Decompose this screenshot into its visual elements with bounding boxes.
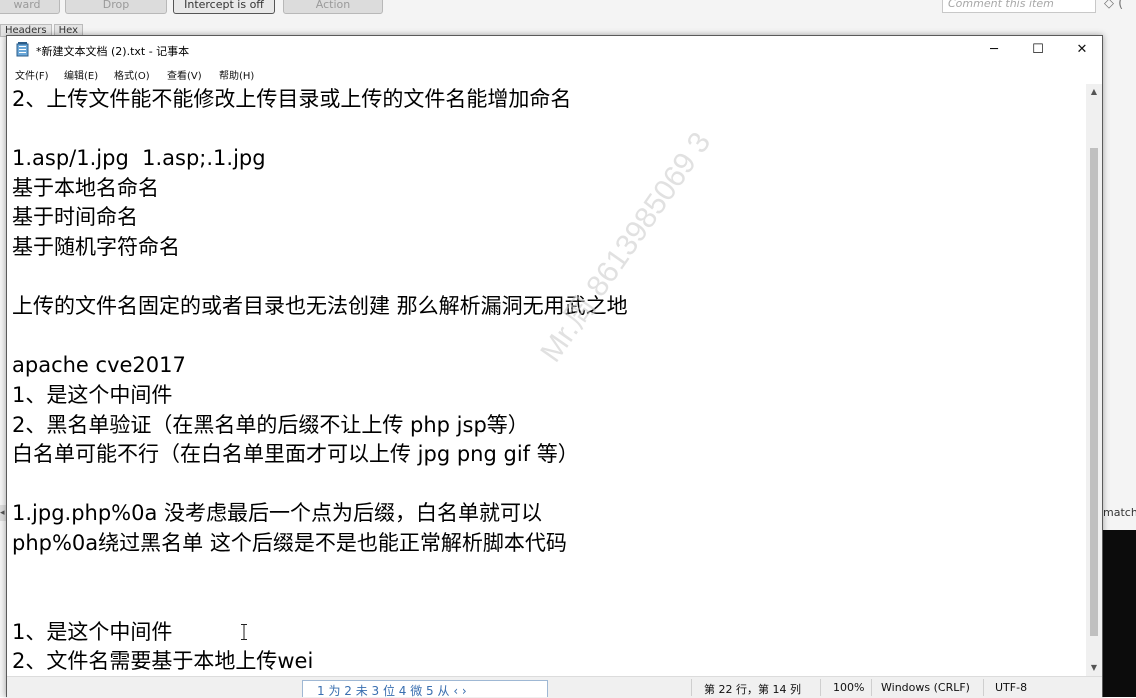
window-title: *新建文本文档 (2).txt - 记事本 xyxy=(36,45,190,58)
editor-line: 上传的文件名固定的或者目录也无法创建 那么解析漏洞无用武之地 xyxy=(12,294,628,319)
editor-line: 1.jpg.php%0a 没考虑最后一个点为后缀，白名单就可以 xyxy=(12,501,543,526)
status-line-ending: Windows (CRLF) xyxy=(881,681,970,694)
editor-line: 2、黑名单验证（在黑名单的后缀不让上传 php jsp等） xyxy=(12,412,529,437)
status-position: 第 22 行，第 14 列 xyxy=(704,683,801,696)
scroll-thumb[interactable] xyxy=(1090,148,1098,636)
editor-line: 白名单可能不行（在白名单里面才可以上传 jpg png gif 等） xyxy=(12,442,579,467)
editor-line: 基于时间命名 xyxy=(12,205,138,230)
editor-line: php%0a绕过黑名单 这个后缀是不是也能正常解析脚本代码 xyxy=(12,531,567,555)
menu-edit[interactable]: 编辑(E) xyxy=(64,67,98,82)
menu-file[interactable]: 文件(F) xyxy=(15,67,49,82)
maximize-button[interactable]: ☐ xyxy=(1016,36,1060,64)
status-divider xyxy=(691,679,692,696)
editor-line: 1、是这个中间件 xyxy=(12,383,173,407)
action-button[interactable]: Action xyxy=(283,0,383,14)
status-bar: 第 22 行，第 14 列 100% Windows (CRLF) UTF-8 xyxy=(7,676,1102,698)
scroll-down-icon[interactable]: ▼ xyxy=(1086,660,1102,676)
status-encoding: UTF-8 xyxy=(995,681,1028,694)
editor-line: 1、是这个中间件 xyxy=(12,619,173,644)
match-label: match xyxy=(1103,500,1136,530)
scroll-up-icon[interactable]: ▲ xyxy=(1086,84,1102,100)
menu-help[interactable]: 帮助(H) xyxy=(219,67,254,82)
editor-line: apache cve2017 xyxy=(12,353,186,378)
drop-button[interactable]: Drop xyxy=(65,0,167,14)
comment-input[interactable]: Comment this item xyxy=(942,0,1096,13)
status-divider xyxy=(871,679,872,696)
watermark: Mr.周 8613985069 3 xyxy=(534,126,718,369)
editor-line: 基于随机字符命名 xyxy=(12,235,180,259)
intercept-toggle-button[interactable]: Intercept is off xyxy=(173,0,275,14)
status-divider xyxy=(820,679,821,696)
status-divider xyxy=(983,679,984,696)
ime-candidate-bar[interactable]: 1 为 2 未 3 位 4 微 5 从 ‹ › xyxy=(302,680,548,697)
title-bar[interactable]: *新建文本文档 (2).txt - 记事本 ─ ☐ ✕ xyxy=(7,36,1102,64)
editor-line: 1.asp/1.jpg 1.asp;.1.jpg xyxy=(12,146,266,171)
text-editor[interactable]: 2、上传文件能不能修改上传目录或上传的文件名能增加命名 1.asp/1.jpg … xyxy=(7,84,1086,676)
close-button[interactable]: ✕ xyxy=(1060,36,1104,64)
minimize-button[interactable]: ─ xyxy=(972,36,1016,64)
settings-icon[interactable]: ◇ ( xyxy=(1104,0,1136,12)
notepad-window: *新建文本文档 (2).txt - 记事本 ─ ☐ ✕ 文件(F) 编辑(E) … xyxy=(6,35,1103,698)
forward-button[interactable]: ward xyxy=(0,0,60,14)
text-cursor-icon xyxy=(241,624,247,640)
editor-line: 基于本地名命名 xyxy=(12,175,159,200)
status-zoom: 100% xyxy=(833,681,865,694)
editor-line: 2、文件名需要基于本地上传wei xyxy=(12,649,314,674)
notepad-app-icon xyxy=(16,42,29,57)
menu-view[interactable]: 查看(V) xyxy=(167,67,202,82)
menu-format[interactable]: 格式(O) xyxy=(114,67,150,82)
menu-bar: 文件(F) 编辑(E) 格式(O) 查看(V) 帮助(H) xyxy=(7,64,1102,84)
dark-panel xyxy=(1103,530,1136,697)
vertical-scrollbar[interactable]: ▲ ▼ xyxy=(1086,84,1102,676)
editor-line: 2、上传文件能不能修改上传目录或上传的文件名能增加命名 xyxy=(12,87,572,111)
